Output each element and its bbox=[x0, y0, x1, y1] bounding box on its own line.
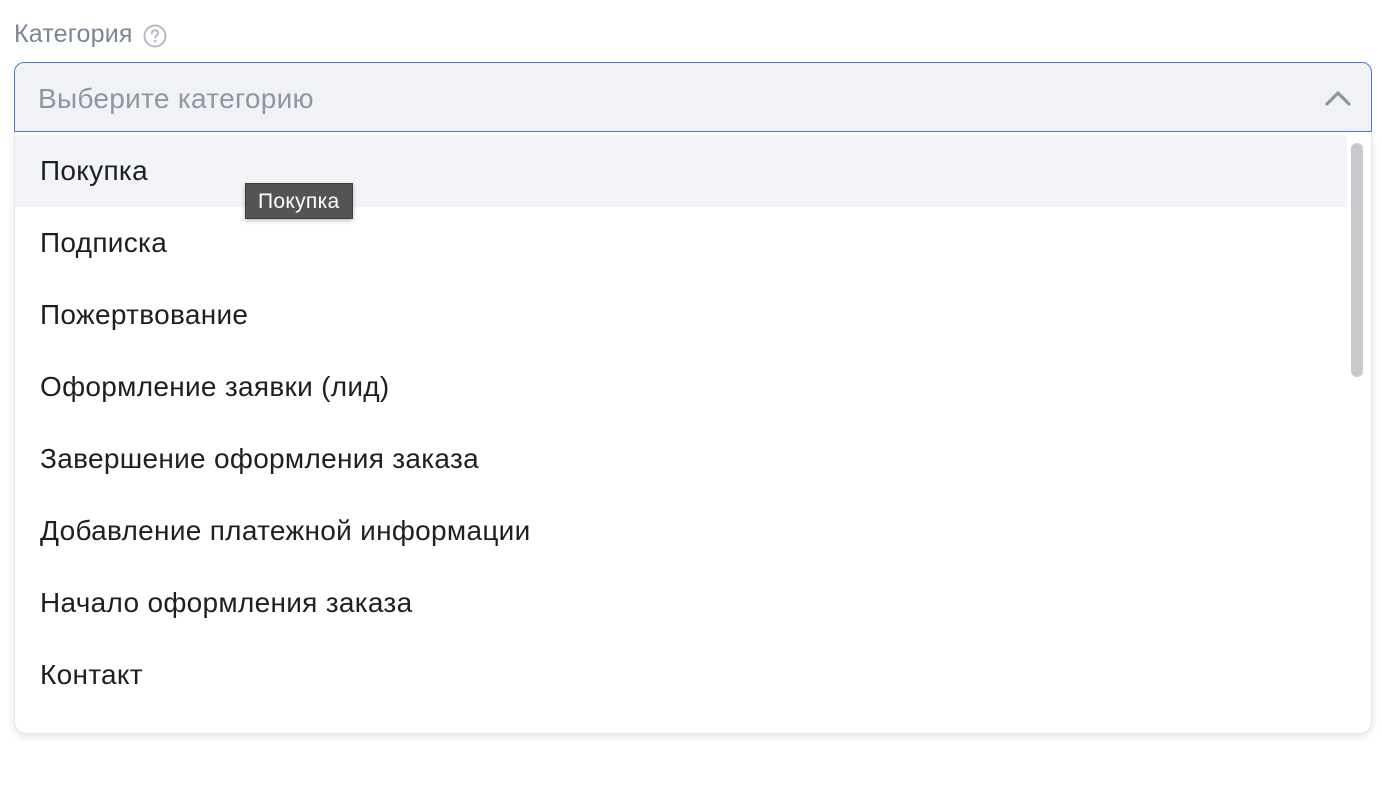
category-dropdown-list: Покупка Подписка Пожертвование Оформлени… bbox=[14, 133, 1372, 734]
category-select[interactable]: Выберите категорию bbox=[14, 62, 1372, 132]
dropdown-scrollbar[interactable] bbox=[1351, 141, 1363, 727]
category-label-row: Категория bbox=[14, 16, 167, 52]
option-subscription[interactable]: Подписка bbox=[15, 207, 1347, 279]
option-lead[interactable]: Оформление заявки (лид) bbox=[15, 351, 1347, 423]
option-initiate-checkout[interactable]: Начало оформления заказа bbox=[15, 567, 1347, 639]
chevron-up-icon[interactable] bbox=[1323, 85, 1353, 111]
select-placeholder: Выберите категорию bbox=[38, 83, 314, 114]
option-tooltip: Покупка bbox=[245, 183, 353, 219]
question-circle-icon[interactable] bbox=[143, 24, 167, 48]
category-label: Категория bbox=[14, 19, 133, 48]
scrollbar-thumb[interactable] bbox=[1351, 143, 1363, 377]
option-purchase[interactable]: Покупка bbox=[15, 135, 1347, 207]
option-complete-checkout[interactable]: Завершение оформления заказа bbox=[15, 423, 1347, 495]
option-donation[interactable]: Пожертвование bbox=[15, 279, 1347, 351]
option-contact[interactable]: Контакт bbox=[15, 639, 1347, 711]
option-add-payment-info[interactable]: Добавление платежной информации bbox=[15, 495, 1347, 567]
